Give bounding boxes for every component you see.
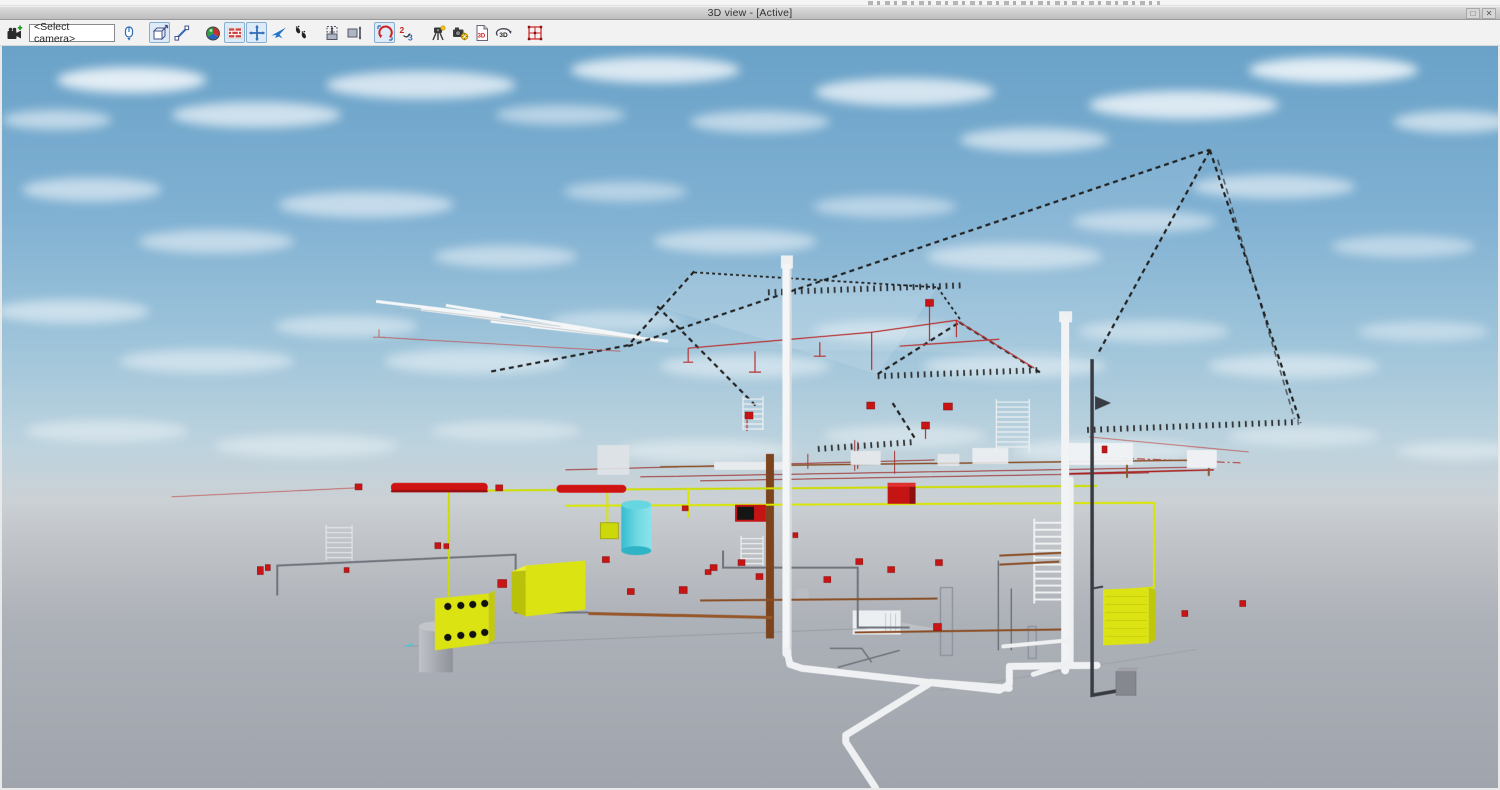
camera-tripod-button[interactable] [427,22,448,43]
viewport-3d[interactable] [0,46,1500,790]
storey-fit-button[interactable] [343,22,364,43]
box-updown-arrow-icon [345,24,363,42]
walk-mode-button[interactable] [290,22,311,43]
red-grid-icon [526,24,544,42]
clipped-title-text [868,1,1160,5]
svg-text:2: 2 [399,25,404,35]
camera-gear-icon [451,24,469,42]
box-up-arrow-icon [323,24,341,42]
window-controls: □ ✕ [1466,8,1496,19]
yellow-cabinet-large [512,561,586,617]
two-three-arrow-icon: 2 3 [398,24,416,42]
show-textures-button[interactable] [224,22,245,43]
toolbar: <Select camera> [0,20,1500,46]
page-3d-icon: 3D [473,24,491,42]
orbit-3d-icon: 3D [495,24,513,42]
brick-wall-icon [226,24,244,42]
video-camera-add-icon [6,24,24,42]
camera-select-combobox[interactable]: <Select camera> [29,24,115,42]
zoom-window-button[interactable] [171,22,192,43]
zoom-extents-button[interactable] [149,22,170,43]
scene-3d [2,46,1498,788]
wire-grid-button[interactable] [524,22,545,43]
rotate-view-button[interactable] [374,22,395,43]
fly-mode-button[interactable] [268,22,289,43]
diagonal-handles-icon [173,24,191,42]
cube-arrow-icon [151,24,169,42]
window-titlebar: 3D view - [Active] □ ✕ [0,6,1500,20]
cyan-vessel [621,500,651,555]
airplane-icon [270,24,288,42]
tripod-camera-icon [429,24,447,42]
orbit-3d-button[interactable]: 3D [493,22,514,43]
red-panel-black-screen [735,505,766,522]
camera-select-value: <Select camera> [34,21,110,45]
select-camera-button[interactable] [4,22,25,43]
window-title: 3D view - [Active] [708,7,793,19]
viewpoint-marker-button[interactable] [118,22,139,43]
close-button[interactable]: ✕ [1482,8,1496,19]
yellow-cabinet-right [1103,588,1156,646]
svg-text:3D: 3D [477,33,485,39]
pan-cross-icon [248,24,266,42]
mouse-pointer-icon [120,24,138,42]
svg-text:3: 3 [408,32,413,41]
red-rotate-arrow-icon [376,24,394,42]
distribution-board [435,591,495,651]
render-colors-button[interactable] [202,22,223,43]
red-equipment-box [888,483,916,504]
snapshot-settings-button[interactable] [449,22,470,43]
storey-up-button[interactable] [321,22,342,43]
color-sphere-icon [204,24,222,42]
svg-text:3D: 3D [499,32,508,39]
footsteps-icon [292,24,310,42]
timber-column [766,454,774,639]
export-3d-pdf-button[interactable]: 3D [471,22,492,43]
pan-mode-button[interactable] [246,22,267,43]
restore-button[interactable]: □ [1466,8,1480,19]
convert-2d-3d-button[interactable]: 2 3 [396,22,417,43]
